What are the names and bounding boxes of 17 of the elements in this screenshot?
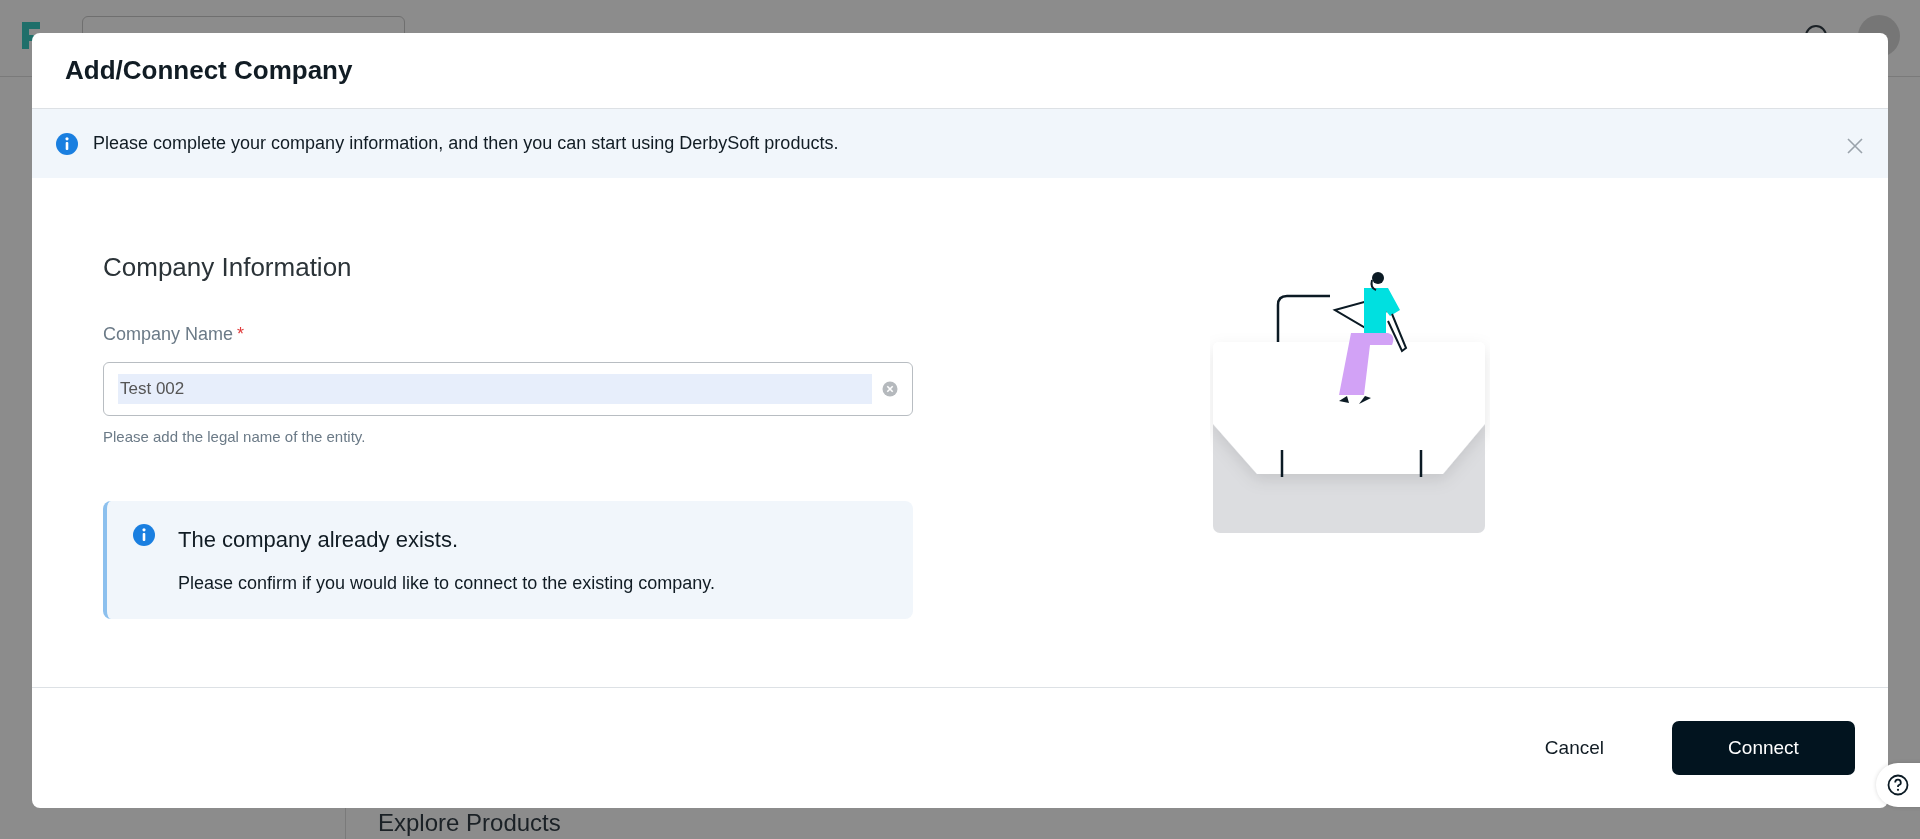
- field-label: Company Name *: [103, 323, 246, 346]
- help-button[interactable]: [1876, 763, 1920, 807]
- clear-icon[interactable]: [882, 381, 898, 397]
- field-hint: Please add the legal name of the entity.: [103, 427, 367, 447]
- dialog-title: Add/Connect Company: [65, 54, 353, 87]
- info-icon: [132, 522, 156, 547]
- info-icon: [55, 131, 79, 156]
- connect-button[interactable]: Connect: [1672, 721, 1855, 775]
- section-title: Explore Products: [378, 809, 561, 837]
- input-field[interactable]: Test 002: [103, 362, 913, 416]
- cancel-button[interactable]: Cancel: [1544, 723, 1604, 773]
- banner-text: Please complete your company information, and then you can start using DerbySoft products.: [93, 132, 840, 155]
- section-heading: Company Information: [103, 251, 353, 284]
- help-icon: [1887, 774, 1909, 796]
- alert-text: Please confirm if you would like to connect to the existing company.: [178, 571, 715, 595]
- required-mark: *: [237, 324, 245, 344]
- alert-title: The company already exists.: [178, 525, 460, 554]
